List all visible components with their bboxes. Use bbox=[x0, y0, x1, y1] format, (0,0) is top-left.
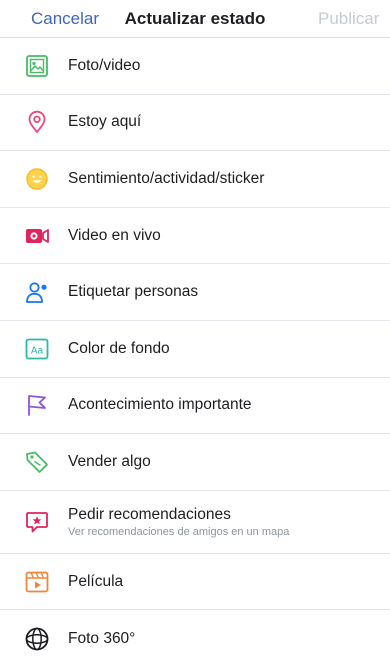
option-live-video[interactable]: Video en vivo bbox=[0, 208, 390, 265]
option-label: Foto 360° bbox=[68, 629, 136, 647]
option-sublabel: Ver recomendaciones de amigos en un mapa bbox=[68, 525, 290, 538]
option-tag-people[interactable]: Etiquetar personas bbox=[0, 264, 390, 321]
live-video-icon bbox=[24, 223, 50, 249]
option-label: Vender algo bbox=[68, 452, 151, 470]
option-label: Color de fondo bbox=[68, 339, 170, 357]
navigation-bar: Cancelar Actualizar estado Publicar bbox=[0, 0, 390, 38]
location-pin-icon bbox=[24, 109, 50, 135]
cancel-button[interactable]: Cancelar bbox=[31, 9, 99, 29]
option-ask-recommendations[interactable]: Pedir recomendaciones Ver recomendacione… bbox=[0, 491, 390, 554]
tag-people-icon bbox=[24, 279, 50, 305]
update-status-screen: Cancelar Actualizar estado Publicar Foto… bbox=[0, 0, 390, 656]
option-label: Estoy aquí bbox=[68, 113, 142, 131]
recommendation-icon bbox=[24, 509, 50, 535]
photo-icon bbox=[24, 53, 50, 79]
option-label: Foto/video bbox=[68, 56, 141, 74]
option-label: Video en vivo bbox=[68, 226, 161, 244]
movie-icon bbox=[24, 569, 50, 595]
background-color-icon: Aa bbox=[24, 336, 50, 362]
option-360-photo[interactable]: Foto 360° bbox=[0, 610, 390, 656]
option-label: Película bbox=[68, 572, 124, 590]
option-label: Sentimiento/actividad/sticker bbox=[68, 169, 265, 187]
price-tag-icon bbox=[24, 449, 50, 475]
flag-icon bbox=[24, 392, 50, 418]
option-sell-something[interactable]: Vender algo bbox=[0, 434, 390, 491]
option-background-color[interactable]: Aa Color de fondo bbox=[0, 321, 390, 378]
option-label: Etiquetar personas bbox=[68, 283, 199, 301]
option-feeling[interactable]: Sentimiento/actividad/sticker bbox=[0, 151, 390, 208]
photo-360-icon bbox=[24, 626, 50, 652]
option-location[interactable]: Estoy aquí bbox=[0, 95, 390, 152]
smiley-icon bbox=[24, 166, 50, 192]
option-label: Pedir recomendaciones bbox=[68, 505, 231, 523]
post-options-list: Foto/video Estoy aquí Sentimiento/activi… bbox=[0, 38, 390, 656]
option-label: Acontecimiento importante bbox=[68, 396, 252, 414]
option-movie[interactable]: Película bbox=[0, 554, 390, 611]
option-photo-video[interactable]: Foto/video bbox=[0, 38, 390, 95]
svg-text:Aa: Aa bbox=[31, 345, 44, 356]
publish-button[interactable]: Publicar bbox=[318, 9, 379, 29]
option-life-event[interactable]: Acontecimiento importante bbox=[0, 378, 390, 435]
